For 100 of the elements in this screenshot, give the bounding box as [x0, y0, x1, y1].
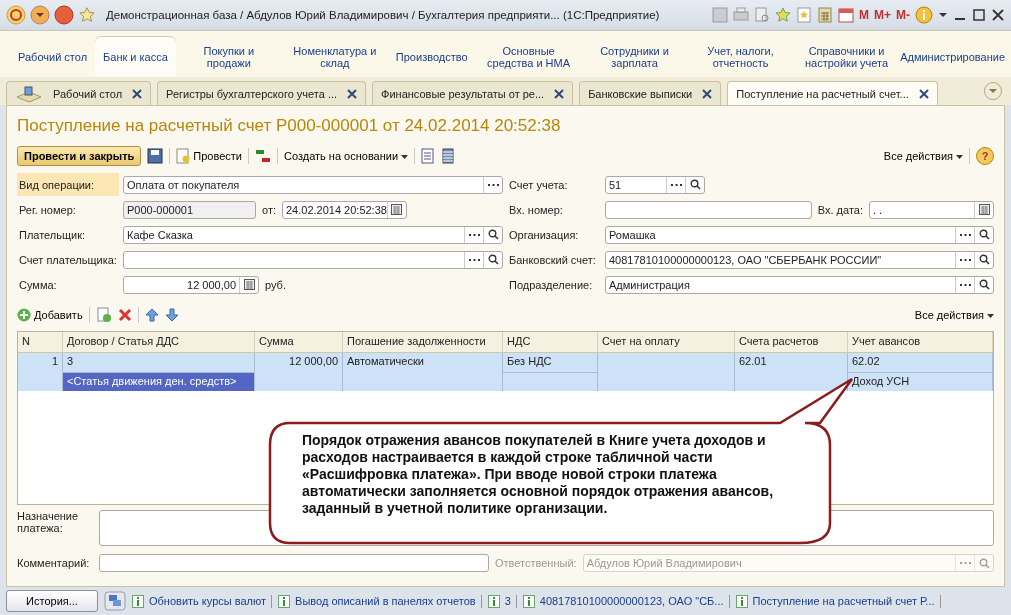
star-icon[interactable]: [78, 6, 96, 24]
info-icon[interactable]: [915, 6, 933, 24]
column-header[interactable]: Договор / Статья ДДС: [63, 332, 255, 352]
calculator-button[interactable]: [239, 276, 258, 293]
document-tab[interactable]: Банковские выписки: [579, 81, 722, 105]
column-header[interactable]: Счета расчетов: [735, 332, 848, 352]
taskbar-item[interactable]: Обновить курсы валют: [132, 594, 273, 608]
app-logo-icon[interactable]: [6, 5, 26, 25]
input-field[interactable]: [123, 250, 503, 269]
input-field[interactable]: [605, 200, 812, 219]
windows-icon[interactable]: [104, 591, 126, 611]
section-tab[interactable]: Покупки и продажи: [175, 37, 282, 77]
column-header[interactable]: N: [18, 332, 63, 352]
table-cell[interactable]: Без НДС: [507, 355, 552, 367]
document-tab[interactable]: Финансовые результаты от ре...: [372, 81, 574, 105]
field-label: Плательщик:: [18, 227, 87, 243]
help-button[interactable]: ?: [976, 147, 994, 165]
arrow-up-icon[interactable]: [144, 308, 159, 322]
choice-button[interactable]: [955, 226, 974, 243]
input-field[interactable]: . .: [869, 200, 994, 219]
table-cell[interactable]: 3: [67, 355, 74, 367]
field-label: Вх. номер:: [508, 202, 564, 218]
input-field[interactable]: Администрация: [605, 275, 994, 294]
taskbar-item[interactable]: 40817810100000000123, ОАО "СБ...: [522, 594, 730, 608]
list-icon[interactable]: [441, 148, 456, 164]
dropdown-icon[interactable]: [30, 5, 50, 25]
table-cell[interactable]: 62.02: [852, 355, 880, 367]
section-tab[interactable]: Производство: [387, 37, 476, 77]
maximize-icon[interactable]: [972, 8, 986, 22]
post-button[interactable]: Провести: [176, 148, 242, 164]
close-icon[interactable]: [918, 88, 929, 99]
choice-button[interactable]: [955, 251, 974, 268]
section-tab[interactable]: Справочники и настройки учета: [793, 37, 900, 77]
field-label: руб.: [265, 278, 286, 291]
memory-button[interactable]: M-: [896, 8, 910, 22]
calculator-icon[interactable]: [817, 7, 833, 23]
choice-button[interactable]: [464, 251, 483, 268]
input-field[interactable]: Оплата от покупателя: [123, 175, 503, 194]
choice-button[interactable]: [464, 226, 483, 243]
choice-button[interactable]: [483, 176, 502, 193]
table-cell[interactable]: 12 000,00: [289, 355, 338, 367]
column-header[interactable]: Счет на оплату: [598, 332, 735, 352]
star-add-icon[interactable]: [775, 7, 791, 23]
input-field[interactable]: Р000-000001: [123, 200, 256, 219]
record-icon[interactable]: [54, 5, 74, 25]
copy-row-icon[interactable]: [95, 307, 112, 323]
calendar-button[interactable]: [974, 201, 993, 218]
tabs-menu-icon[interactable]: [983, 81, 1003, 101]
caret-icon[interactable]: [938, 10, 948, 20]
post-and-close-button[interactable]: Провести и закрыть: [17, 146, 142, 166]
calendar-icon: [391, 204, 403, 215]
close-icon[interactable]: [554, 88, 565, 99]
choice-button[interactable]: [955, 276, 974, 293]
input-field[interactable]: 24.02.2014 20:52:38: [282, 200, 407, 219]
document-tab[interactable]: Рабочий стол: [6, 81, 152, 105]
table-cell[interactable]: <Статья движения ден. средств>: [63, 372, 254, 391]
debit-credit-icon[interactable]: [254, 148, 271, 164]
table-cell[interactable]: 62.01: [739, 355, 767, 367]
table-cell[interactable]: 1: [51, 355, 58, 367]
document-tab[interactable]: Регистры бухгалтерского учета ...: [157, 81, 367, 105]
close-icon[interactable]: [347, 88, 358, 99]
section-tab[interactable]: Рабочий стол: [10, 37, 96, 77]
search-icon: [487, 254, 499, 265]
input-field[interactable]: 12 000,00: [123, 275, 259, 294]
input-field[interactable]: 40817810100000000123, ОАО "СБЕРБАНК РОССИИ": [605, 250, 994, 269]
section-tab[interactable]: Номенклатура и склад: [281, 37, 388, 77]
section-tab[interactable]: Основные средства и НМА: [475, 37, 582, 77]
arrow-down-icon[interactable]: [164, 308, 179, 322]
memory-button[interactable]: M+: [874, 8, 891, 22]
taskbar-item[interactable]: Поступление на расчетный счет Р...: [735, 594, 941, 608]
section-tab[interactable]: Сотрудники и зарплата: [581, 37, 688, 77]
section-tab[interactable]: Учет, налоги, отчетность: [687, 37, 794, 77]
column-header[interactable]: НДС: [503, 332, 598, 352]
taskbar-item[interactable]: Вывод описаний в панелях отчетов: [278, 594, 482, 608]
calendar-icon[interactable]: [838, 7, 854, 23]
input-field[interactable]: Кафе Сказка: [123, 225, 503, 244]
choice-button[interactable]: [666, 176, 685, 193]
preview-icon[interactable]: [754, 7, 770, 23]
document-tab[interactable]: Поступление на расчетный счет...: [727, 81, 938, 105]
input-field[interactable]: Ромашка: [605, 225, 994, 244]
memory-button[interactable]: M: [859, 8, 869, 22]
taskbar-item[interactable]: 3: [487, 594, 517, 608]
comment-field[interactable]: [99, 554, 489, 572]
delete-icon[interactable]: [117, 308, 132, 322]
column-header[interactable]: Сумма: [255, 332, 343, 352]
section-tab[interactable]: Администрирование: [899, 37, 1006, 77]
close-icon[interactable]: [991, 8, 1005, 22]
input-field[interactable]: 51: [605, 175, 705, 194]
close-icon[interactable]: [132, 88, 143, 99]
table-cell[interactable]: Автоматически: [347, 355, 424, 367]
create-based-on-button[interactable]: Создать на основании: [283, 150, 409, 162]
column-header[interactable]: Учет авансов: [848, 332, 993, 352]
all-actions-button[interactable]: Все действия: [883, 150, 963, 162]
all-actions-button[interactable]: Все действия: [914, 309, 994, 321]
history-button[interactable]: История...: [6, 590, 98, 612]
add-button[interactable]: Добавить: [17, 308, 83, 322]
document-title: Поступление на расчетный счет Р000-000001 от 24.02.2014 20:52:38: [17, 116, 562, 136]
close-icon[interactable]: [702, 88, 713, 99]
section-tab[interactable]: Банк и касса: [95, 37, 176, 77]
column-header[interactable]: Погашение задолженности: [343, 332, 503, 352]
